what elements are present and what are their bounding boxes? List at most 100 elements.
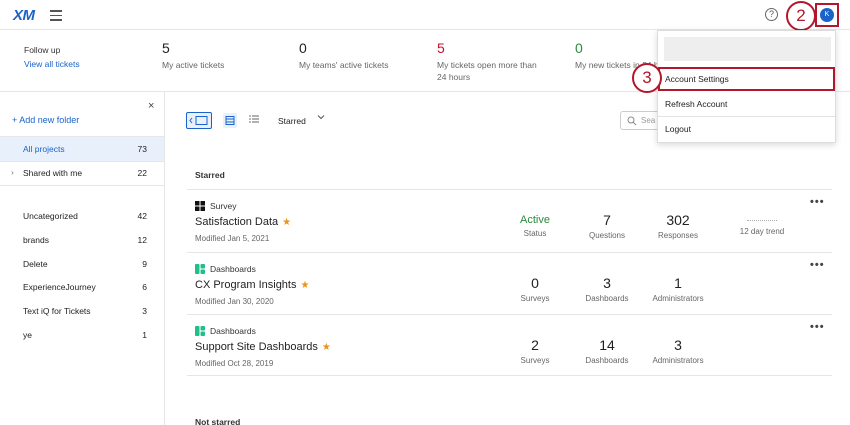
sidebar-item-experiencejourney[interactable]: ExperienceJourney 6 — [0, 275, 164, 299]
account-user-info-redacted — [664, 37, 831, 61]
filter-dropdown-label[interactable]: Starred — [278, 116, 306, 126]
divider — [0, 185, 164, 186]
sidebar-item-uncategorized[interactable]: Uncategorized 42 — [0, 204, 164, 228]
help-icon[interactable]: ? — [765, 8, 778, 21]
project-name[interactable]: CX Program Insights ★ — [195, 279, 309, 291]
project-card[interactable]: Dashboards Support Site Dashboards ★ Modi… — [187, 314, 832, 376]
more-options-icon[interactable]: ••• — [810, 259, 825, 271]
project-name[interactable]: Satisfaction Data ★ — [195, 216, 291, 228]
search-input[interactable]: Sea — [620, 111, 660, 130]
sidebar-item-count: 42 — [137, 211, 147, 221]
project-name-text: CX Program Insights — [195, 279, 297, 291]
avatar-highlight-box: K — [815, 3, 839, 27]
sidebar-item-ye[interactable]: ye 1 — [0, 323, 164, 347]
sidebar-item-label: Text iQ for Tickets — [23, 306, 91, 316]
metric-surveys: 0 Surveys — [500, 275, 570, 303]
project-name-text: Satisfaction Data — [195, 216, 279, 228]
star-icon[interactable]: ★ — [282, 217, 291, 228]
stat-my-active-tickets[interactable]: 5 My active tickets — [162, 40, 272, 71]
view-all-tickets-link[interactable]: View all tickets — [24, 59, 80, 69]
metric-value: 302 — [666, 212, 690, 228]
hamburger-menu-icon[interactable] — [50, 10, 62, 21]
metric-questions: 7 Questions — [572, 212, 642, 240]
add-new-folder-button[interactable]: + Add new folder — [12, 115, 79, 125]
metric-administrators: 1 Administrators — [643, 275, 713, 303]
chevron-down-icon[interactable] — [317, 113, 325, 123]
sidebar-item-brands[interactable]: brands 12 — [0, 228, 164, 252]
metric-label: Surveys — [520, 356, 550, 365]
stat-teams-active-tickets[interactable]: 0 My teams' active tickets — [299, 40, 409, 71]
avatar[interactable]: K — [820, 8, 834, 22]
sidebar-item-text-iq-for-tickets[interactable]: Text iQ for Tickets 3 — [0, 299, 164, 323]
metric-value: 7 — [603, 212, 611, 228]
more-options-icon[interactable]: ••• — [810, 196, 825, 208]
project-card[interactable]: Dashboards CX Program Insights ★ Modified… — [187, 252, 832, 314]
menu-item-logout[interactable]: Logout — [658, 117, 835, 141]
sidebar-item-label: Shared with me — [23, 168, 83, 178]
metric-value: 3 — [603, 275, 611, 291]
project-type: Survey — [210, 201, 237, 211]
metric-value: 2 — [531, 337, 539, 353]
star-icon[interactable]: ★ — [322, 342, 331, 353]
metric-administrators: 3 Administrators — [643, 337, 713, 365]
metric-label: Status — [523, 229, 547, 238]
trend-sparkline: 12 day trend — [727, 220, 797, 236]
xm-logo[interactable]: XM — [13, 7, 35, 24]
sidebar-item-delete[interactable]: Delete 9 — [0, 252, 164, 276]
metric-label: Surveys — [520, 294, 550, 303]
sidebar-item-shared-with-me[interactable]: › Shared with me 22 — [0, 161, 164, 185]
sidebar-item-label: Delete — [23, 259, 48, 269]
folders-sidebar: × + Add new folder All projects 73 › Sha… — [0, 92, 165, 425]
star-icon[interactable]: ★ — [300, 280, 309, 291]
stat-value: 0 — [299, 40, 307, 56]
chevron-right-icon[interactable]: › — [11, 167, 14, 177]
search-placeholder: Sea — [641, 116, 656, 125]
sidebar-item-label: Uncategorized — [23, 211, 78, 221]
project-modified: Modified Jan 30, 2020 — [195, 297, 274, 306]
trend-label: 12 day trend — [739, 227, 785, 236]
sidebar-item-count: 9 — [142, 259, 147, 269]
metric-value: 0 — [531, 275, 539, 291]
more-options-icon[interactable]: ••• — [810, 321, 825, 333]
survey-icon — [195, 201, 205, 211]
stat-label: My tickets open more than 24 hours — [437, 60, 537, 82]
trend-line — [747, 220, 777, 221]
sidebar-item-count: 22 — [137, 168, 147, 178]
sidebar-item-all-projects[interactable]: All projects 73 — [0, 137, 164, 161]
list-view-icon[interactable] — [248, 113, 260, 128]
metric-value: 1 — [674, 275, 682, 291]
metric-label: Administrators — [652, 356, 704, 365]
stat-tickets-open-24h[interactable]: 5 My tickets open more than 24 hours — [437, 40, 547, 83]
metric-label: Administrators — [652, 294, 704, 303]
project-name[interactable]: Support Site Dashboards ★ — [195, 341, 331, 353]
stat-label: My active tickets — [162, 60, 225, 70]
stat-value: 5 — [437, 40, 445, 56]
sidebar-item-label: All projects — [23, 144, 65, 154]
dashboards-icon — [195, 264, 205, 274]
metric-label: Dashboards — [585, 294, 629, 303]
sidebar-item-label: brands — [23, 235, 49, 245]
section-title-not-starred: Not starred — [195, 417, 241, 425]
close-icon[interactable]: × — [148, 100, 154, 112]
metric-value: 14 — [599, 337, 615, 353]
collapse-sidebar-button[interactable] — [186, 112, 212, 129]
followup-label: Follow up — [24, 45, 61, 55]
metric-value: Active — [520, 214, 550, 226]
menu-item-label: Logout — [665, 124, 691, 134]
menu-item-label: Account Settings — [665, 74, 729, 84]
project-card[interactable]: Survey Satisfaction Data ★ Modified Jan 5… — [187, 189, 832, 251]
sidebar-item-count: 73 — [137, 144, 147, 154]
sidebar-item-count: 6 — [142, 282, 147, 292]
metric-dashboards: 3 Dashboards — [572, 275, 642, 303]
step-3-marker: 3 — [632, 63, 662, 93]
search-icon — [627, 116, 637, 126]
section-title-starred: Starred — [195, 170, 225, 180]
project-type: Dashboards — [210, 326, 256, 336]
card-view-icon — [225, 116, 235, 125]
sidebar-item-count: 3 — [142, 306, 147, 316]
menu-item-account-settings[interactable]: Account Settings — [658, 67, 835, 91]
metric-label: Dashboards — [585, 356, 629, 365]
project-modified: Modified Oct 28, 2019 — [195, 359, 274, 368]
card-view-button[interactable] — [223, 113, 237, 128]
menu-item-refresh-account[interactable]: Refresh Account — [658, 92, 835, 116]
